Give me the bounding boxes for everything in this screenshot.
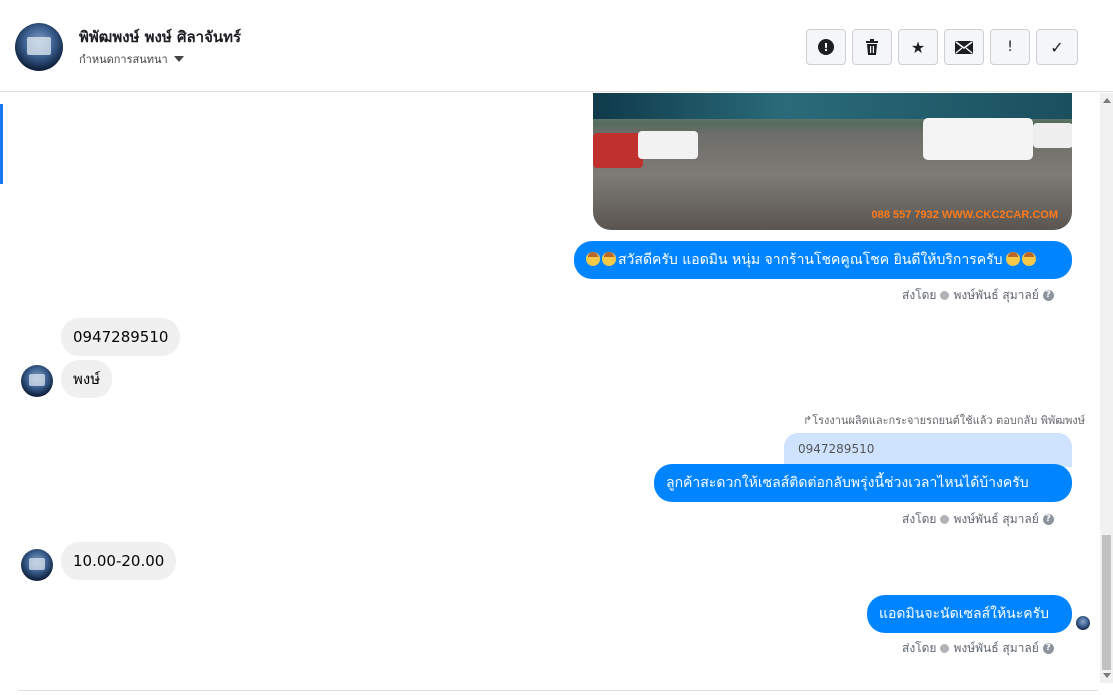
help-icon[interactable]: ? bbox=[1042, 290, 1054, 301]
mark-done-button[interactable]: ✓ bbox=[1036, 29, 1078, 65]
scroll-thumb[interactable] bbox=[1102, 535, 1111, 670]
sender-name[interactable]: พงษ์พันธ์ สุมาลย์ bbox=[953, 510, 1038, 529]
contact-name[interactable]: พิพัฒพงษ์ พงษ์ ศิลาจันทร์ bbox=[79, 25, 241, 49]
trash-icon bbox=[866, 39, 878, 55]
message-text: สวัสดีครับ แอดมิน หนุ่ม จากร้านโชคคูณโชค… bbox=[618, 252, 1003, 268]
emoji-icon bbox=[602, 252, 616, 266]
checkmark-icon: ✓ bbox=[1050, 37, 1064, 57]
quoted-message[interactable]: 0947289510 bbox=[784, 433, 1072, 467]
scroll-down-arrow-icon[interactable] bbox=[1103, 673, 1111, 678]
conversation-toolbar: ! ★ ! ✓ bbox=[806, 29, 1078, 65]
message-bubble-outgoing[interactable]: แอดมินจะนัดเซลส์ให้นะครับ bbox=[867, 595, 1072, 633]
sent-by-label: ส่งโดย bbox=[902, 288, 937, 302]
sender-name[interactable]: พงษ์พันธ์ สุมาลย์ bbox=[953, 639, 1038, 658]
contact-avatar[interactable] bbox=[15, 23, 63, 71]
photo-car bbox=[638, 131, 698, 159]
mark-unread-button[interactable] bbox=[944, 29, 984, 65]
sent-icon bbox=[940, 291, 950, 300]
reply-arrow-icon: ↱ bbox=[803, 414, 813, 427]
photo-watermark: 088 557 7932 WWW.CKC2CAR.COM bbox=[871, 209, 1058, 221]
message-bubble-incoming[interactable]: 0947289510 bbox=[61, 318, 181, 356]
composer-edge bbox=[18, 690, 1098, 695]
emoji-icon bbox=[1005, 252, 1020, 266]
sent-by-meta: ส่งโดย พงษ์พันธ์ สุมาลย์ ? bbox=[902, 639, 1054, 658]
envelope-icon bbox=[955, 40, 973, 54]
photo-car bbox=[1033, 123, 1072, 148]
contact-avatar-small[interactable] bbox=[21, 365, 53, 397]
reply-note: ↱โรงงานผลิตและกระจายรถยนต์ใช้แล้ว ตอบกลั… bbox=[803, 411, 1085, 429]
message-bubble-outgoing[interactable]: สวัสดีครับ แอดมิน หนุ่ม จากร้านโชคคูณโชค… bbox=[574, 241, 1072, 279]
star-icon: ★ bbox=[910, 37, 926, 57]
conversation-settings-dropdown[interactable]: กำหนดการสนทนา bbox=[79, 50, 184, 68]
delete-button[interactable] bbox=[852, 29, 892, 65]
sent-by-label: ส่งโดย bbox=[902, 512, 937, 526]
follow-up-button[interactable]: ! bbox=[990, 29, 1030, 65]
sent-by-meta: ส่งโดย พงษ์พันธ์ สุมาลย์ ? bbox=[902, 286, 1054, 305]
message-bubble-outgoing[interactable]: ลูกค้าสะดวกให้เซลส์ติดต่อกลับพรุ่งนี้ช่ว… bbox=[654, 464, 1072, 502]
mark-spam-button[interactable]: ! bbox=[806, 29, 846, 65]
shared-photo[interactable]: 088 557 7932 WWW.CKC2CAR.COM bbox=[593, 93, 1072, 230]
conversation-settings-label: กำหนดการสนทนา bbox=[79, 53, 168, 66]
caret-down-icon bbox=[173, 56, 184, 62]
reply-note-text: โรงงานผลิตและกระจายรถยนต์ใช้แล้ว ตอบกลับ… bbox=[812, 414, 1086, 427]
sent-icon bbox=[940, 644, 950, 653]
photo-car bbox=[593, 133, 643, 168]
photo-roof bbox=[593, 93, 1072, 119]
sent-by-meta: ส่งโดย พงษ์พันธ์ สุมาลย์ ? bbox=[902, 510, 1054, 529]
star-button[interactable]: ★ bbox=[898, 29, 938, 65]
sent-icon bbox=[940, 515, 950, 524]
emoji-icon bbox=[586, 252, 600, 266]
scroll-up-arrow-icon[interactable] bbox=[1103, 98, 1111, 103]
alert-circle-icon: ! bbox=[818, 39, 834, 55]
sent-by-label: ส่งโดย bbox=[902, 641, 937, 655]
contact-avatar-small[interactable] bbox=[21, 549, 53, 581]
help-icon[interactable]: ? bbox=[1042, 643, 1054, 654]
message-thread: 088 557 7932 WWW.CKC2CAR.COM สวัสดีครับ … bbox=[0, 93, 1100, 690]
seen-avatar bbox=[1076, 616, 1090, 630]
conversation-header: พิพัฒพงษ์ พงษ์ ศิลาจันทร์ กำหนดการสนทนา … bbox=[0, 0, 1113, 92]
scrollbar[interactable] bbox=[1100, 93, 1113, 683]
help-icon[interactable]: ? bbox=[1042, 514, 1054, 525]
message-bubble-incoming[interactable]: 10.00-20.00 bbox=[61, 542, 177, 580]
message-bubble-incoming[interactable]: พงษ์ bbox=[61, 360, 113, 398]
emoji-icon bbox=[1021, 252, 1036, 266]
photo-car bbox=[923, 118, 1033, 160]
exclamation-icon: ! bbox=[1007, 39, 1013, 55]
sender-name[interactable]: พงษ์พันธ์ สุมาลย์ bbox=[953, 286, 1038, 305]
